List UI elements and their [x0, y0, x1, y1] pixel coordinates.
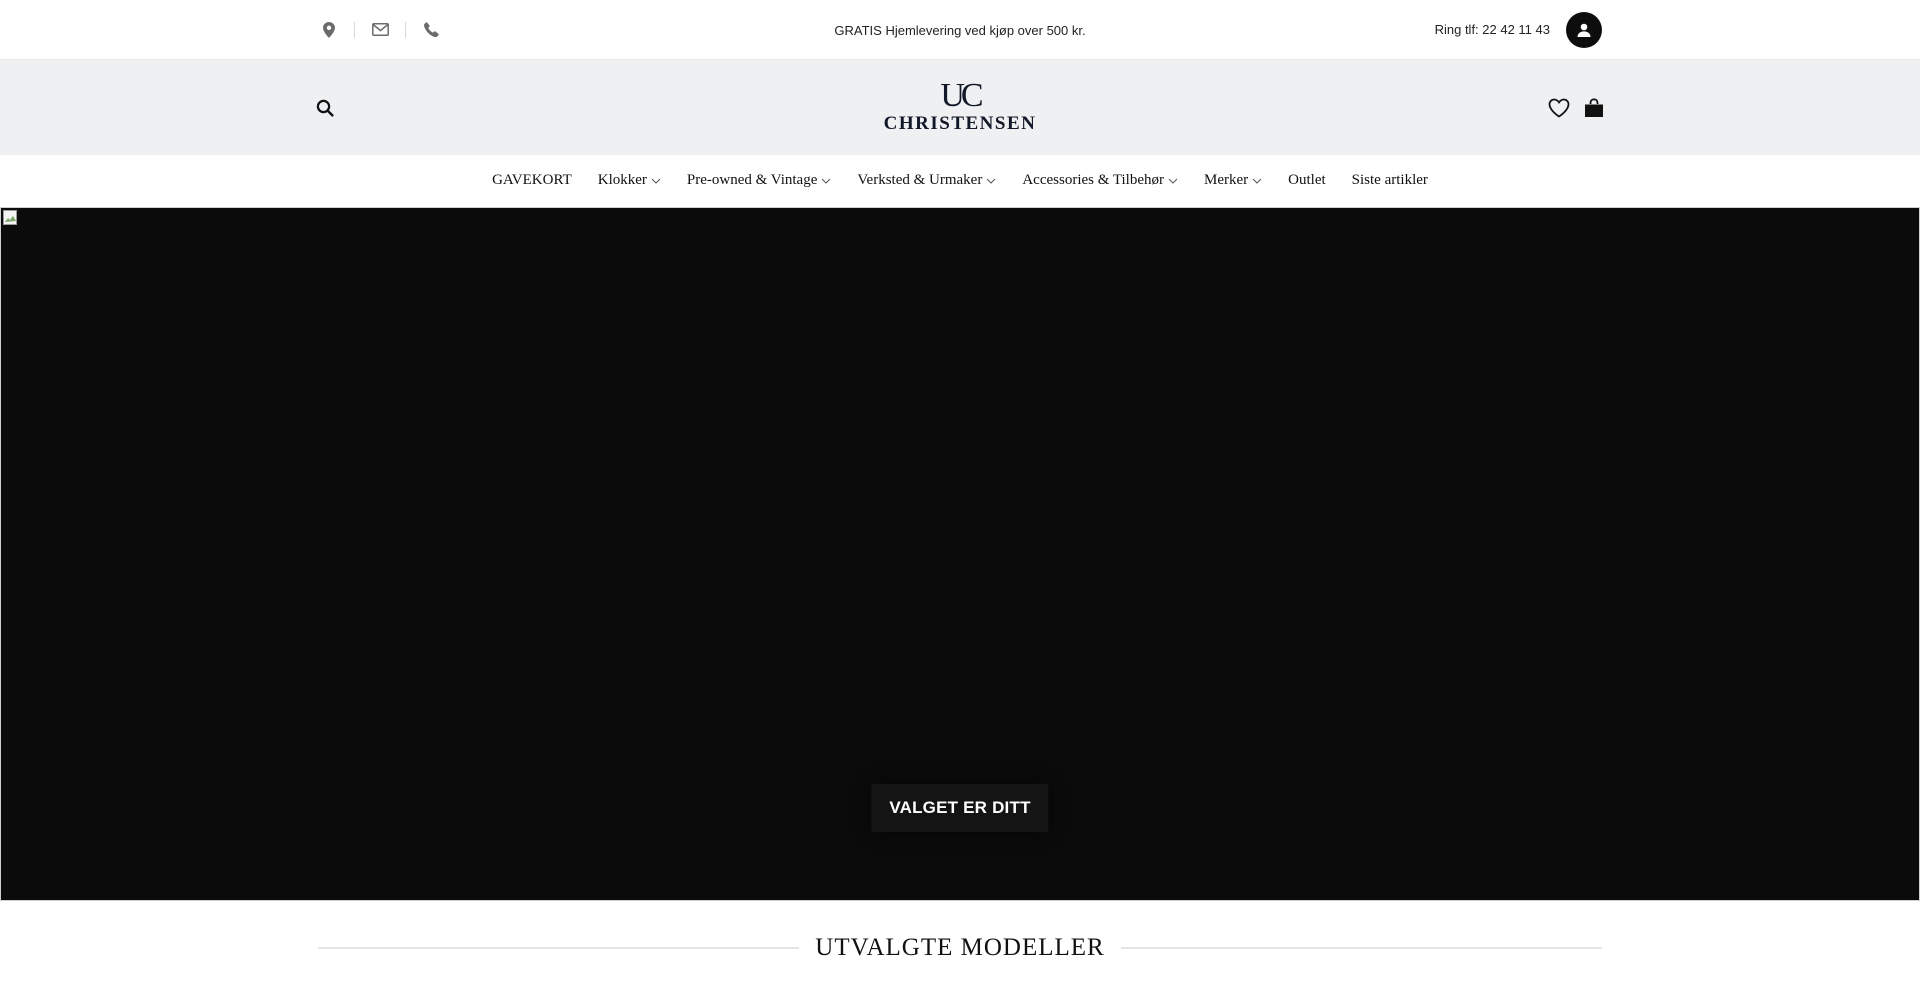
top-bar: GRATIS Hjemlevering ved kjøp over 500 kr… [0, 0, 1920, 60]
account-button[interactable] [1566, 11, 1602, 48]
envelope-icon[interactable] [369, 19, 391, 41]
nav-item-accessories-tilbehor[interactable]: Accessories & Tilbehør [1022, 172, 1178, 189]
section-header: UTVALGTE MODELLER [318, 934, 1602, 962]
nav-item-label: Klokker [597, 171, 647, 188]
chevron-down-icon [651, 178, 661, 184]
phone-icon[interactable] [420, 19, 442, 41]
chevron-down-icon [986, 178, 996, 184]
divider [354, 21, 355, 38]
chevron-down-icon [1168, 178, 1178, 184]
logo-text: CHRISTENSEN [883, 112, 1037, 134]
nav-item-klokker[interactable]: Klokker [598, 172, 661, 189]
nav-item-gavekort[interactable]: GAVEKORT [492, 172, 572, 189]
phone-label[interactable]: Ring tlf: 22 42 11 43 [1435, 22, 1550, 37]
topbar-right: Ring tlf: 22 42 11 43 [1435, 11, 1602, 48]
hero-cta-button[interactable]: VALGET ER DITT [871, 784, 1049, 832]
divider [1120, 947, 1602, 949]
nav-item-label: Outlet [1288, 171, 1326, 188]
hero-banner[interactable]: VALGET ER DITT [0, 207, 1920, 901]
search-icon[interactable] [316, 99, 334, 117]
promo-text: GRATIS Hjemlevering ved kjøp over 500 kr… [834, 22, 1086, 38]
nav-item-label: Merker [1204, 171, 1249, 188]
nav-item-label: Siste artikler [1351, 171, 1428, 188]
site-logo[interactable]: UC CHRISTENSEN [883, 76, 1037, 135]
nav-item-label: Accessories & Tilbehør [1022, 171, 1165, 188]
nav-item-label: Verksted & Urmaker [857, 171, 983, 188]
chevron-down-icon [822, 178, 831, 184]
nav-item-label: Pre-owned & Vintage [686, 171, 818, 188]
section-title: UTVALGTE MODELLER [815, 934, 1105, 961]
contact-icons [318, 19, 442, 41]
broken-image-icon [3, 210, 17, 225]
user-icon [1577, 23, 1591, 37]
nav-item-pre-owned-vintage[interactable]: Pre-owned & Vintage [687, 172, 831, 189]
header-actions [1548, 97, 1604, 118]
location-pin-icon[interactable] [318, 19, 340, 41]
divider [405, 21, 406, 38]
logo-mark: UC [940, 76, 983, 114]
divider [318, 947, 800, 949]
main-nav: GAVEKORT Klokker Pre-owned & Vintage Ver… [0, 155, 1920, 205]
nav-item-label: GAVEKORT [492, 171, 572, 188]
nav-item-siste-artikler[interactable]: Siste artikler [1352, 172, 1428, 189]
chevron-down-icon [1252, 178, 1262, 184]
shopping-bag-icon[interactable] [1584, 97, 1604, 118]
nav-item-merker[interactable]: Merker [1204, 172, 1262, 189]
site-header: UC CHRISTENSEN [0, 60, 1920, 155]
nav-item-outlet[interactable]: Outlet [1288, 172, 1326, 189]
heart-icon[interactable] [1548, 98, 1570, 118]
nav-item-verksted-urmaker[interactable]: Verksted & Urmaker [857, 172, 996, 189]
